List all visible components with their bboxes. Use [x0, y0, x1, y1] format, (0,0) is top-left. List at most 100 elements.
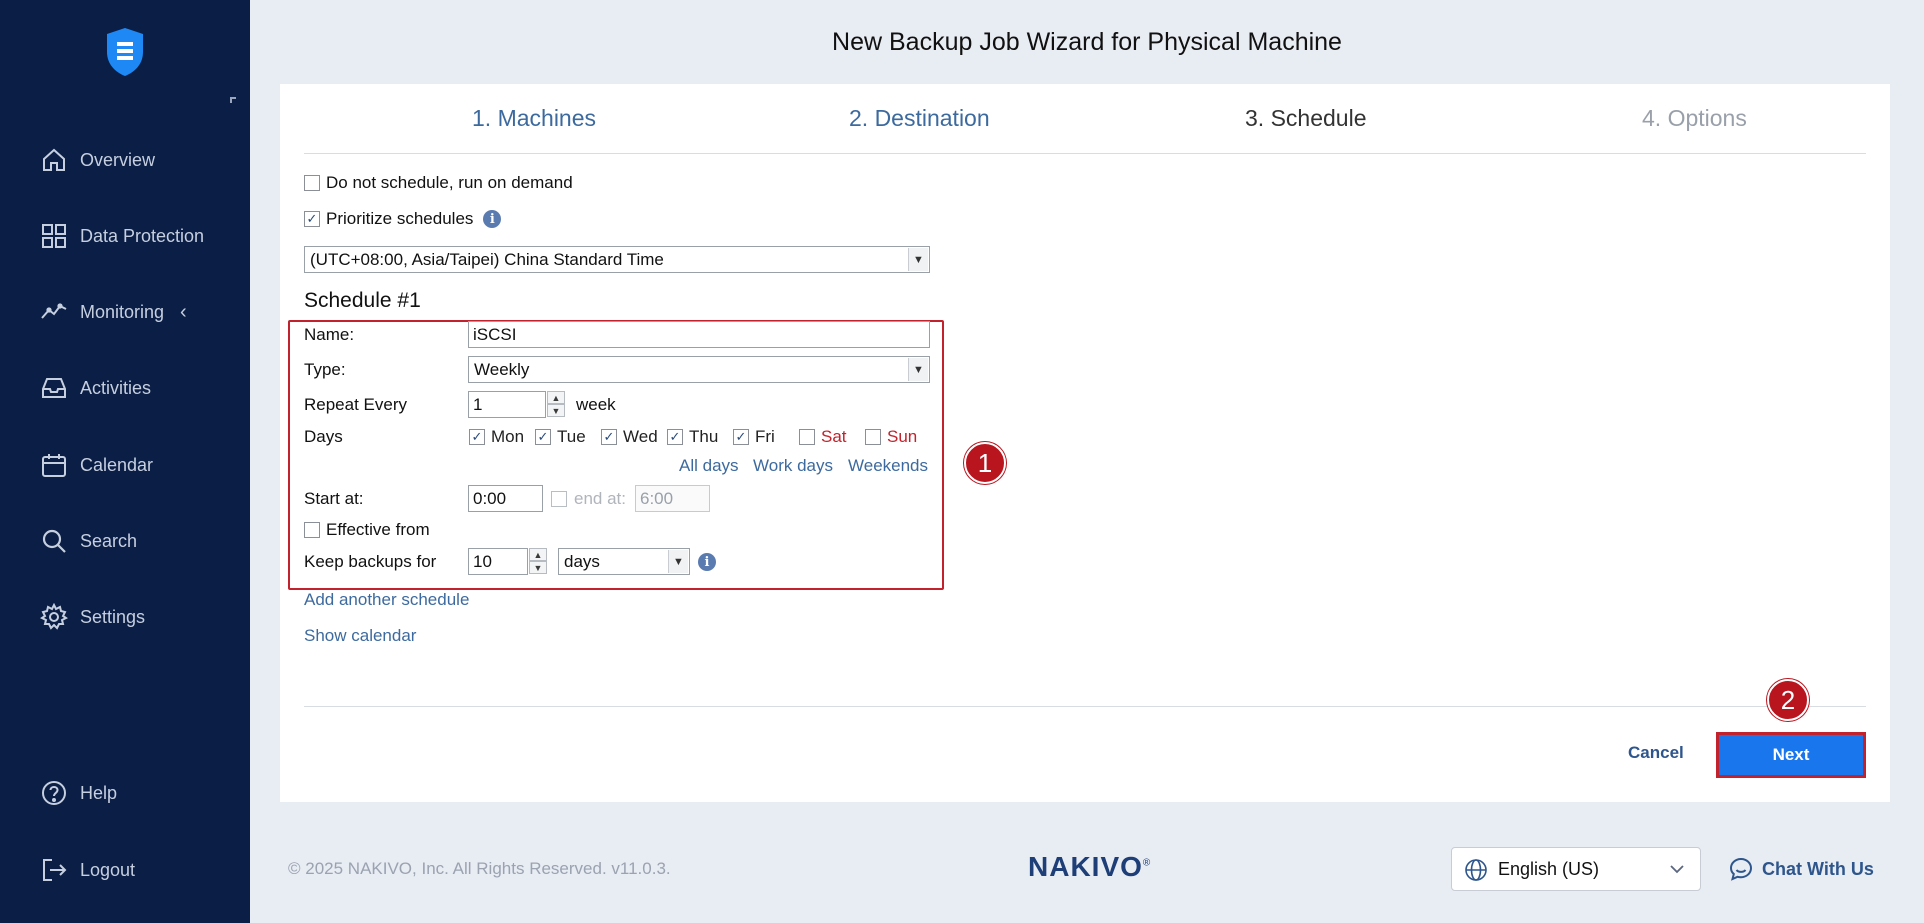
chat-label: Chat With Us: [1762, 858, 1874, 879]
day-sat-checkbox[interactable]: [799, 429, 815, 445]
chevron-left-icon: ‹: [180, 300, 187, 323]
timezone-value: (UTC+08:00, Asia/Taipei) China Standard …: [310, 249, 664, 269]
day-sat[interactable]: Sat: [799, 427, 847, 447]
globe-icon: [1465, 859, 1487, 881]
divider: [304, 706, 1866, 707]
chevron-down-icon: ▼: [908, 358, 928, 381]
info-icon[interactable]: i: [483, 210, 502, 228]
schedule-title: Schedule #1: [304, 289, 421, 312]
name-input[interactable]: iSCSI: [468, 321, 930, 348]
chevron-down-icon: ▼: [908, 248, 928, 271]
sidebar-item-settings[interactable]: Settings: [0, 595, 250, 639]
keep-unit-select[interactable]: days ▼: [558, 548, 690, 575]
home-icon: [40, 146, 68, 174]
days-label: Days: [304, 427, 343, 446]
start-time-input[interactable]: 0:00: [468, 485, 543, 512]
sidebar-item-activities[interactable]: Activities: [0, 366, 250, 410]
repeat-input[interactable]: 1: [468, 391, 546, 418]
day-thu[interactable]: ✓ Thu: [667, 427, 718, 447]
type-value: Weekly: [474, 359, 530, 379]
next-button[interactable]: Next: [1716, 732, 1866, 778]
wizard-steps: 1. Machines 2. Destination 3. Schedule 4…: [304, 84, 1866, 154]
sidebar-item-help[interactable]: Help: [0, 771, 250, 815]
language-value: English (US): [1498, 858, 1600, 879]
keep-value: 10: [473, 551, 492, 571]
day-label: Mon: [491, 427, 525, 446]
day-wed-checkbox[interactable]: ✓: [601, 429, 617, 445]
stepper-up-icon[interactable]: ▲: [547, 391, 565, 404]
copyright: © 2025 NAKIVO, Inc. All Rights Reserved.…: [288, 859, 671, 878]
day-label: Tue: [557, 427, 586, 446]
effective-from-label: Effective from: [326, 520, 430, 539]
day-thu-checkbox[interactable]: ✓: [667, 429, 683, 445]
start-value: 0:00: [473, 488, 507, 508]
do-not-schedule-checkbox[interactable]: [304, 175, 320, 191]
end-value: 6:00: [640, 488, 674, 508]
add-another-schedule-link[interactable]: Add another schedule: [304, 590, 469, 610]
do-not-schedule-row[interactable]: Do not schedule, run on demand: [304, 173, 573, 193]
end-label: end at:: [574, 489, 626, 508]
day-sun[interactable]: Sun: [865, 427, 917, 447]
prioritize-row[interactable]: ✓ Prioritize schedules i: [304, 209, 502, 229]
type-label: Type:: [304, 360, 346, 379]
day-tue-checkbox[interactable]: ✓: [535, 429, 551, 445]
timezone-select[interactable]: (UTC+08:00, Asia/Taipei) China Standard …: [304, 246, 930, 273]
do-not-schedule-label: Do not schedule, run on demand: [326, 173, 573, 192]
keep-input[interactable]: 10: [468, 548, 528, 575]
page-title: New Backup Job Wizard for Physical Machi…: [832, 28, 1342, 56]
day-label: Sun: [887, 427, 918, 446]
help-icon: [40, 779, 68, 807]
day-mon-checkbox[interactable]: ✓: [469, 429, 485, 445]
collapse-sidebar-icon[interactable]: [230, 97, 236, 103]
chat-icon: [1729, 857, 1753, 881]
sidebar: Overview Data Protection Monitoring ‹ Ac…: [0, 0, 250, 923]
grid-icon: [40, 222, 68, 250]
day-fri-checkbox[interactable]: ✓: [733, 429, 749, 445]
sidebar-item-label: Settings: [80, 606, 146, 627]
day-mon[interactable]: ✓ Mon: [469, 427, 524, 447]
callout-badge-2: 2: [1767, 679, 1809, 721]
effective-from-row[interactable]: Effective from: [304, 520, 430, 540]
type-select[interactable]: Weekly ▼: [468, 356, 930, 383]
sidebar-item-data-protection[interactable]: Data Protection: [0, 214, 250, 258]
day-label: Thu: [689, 427, 719, 446]
work-days-link[interactable]: Work days: [753, 456, 833, 476]
chat-with-us-button[interactable]: Chat With Us: [1728, 856, 1874, 882]
day-fri[interactable]: ✓ Fri: [733, 427, 775, 447]
show-calendar-link[interactable]: Show calendar: [304, 626, 416, 646]
step-destination[interactable]: 2. Destination: [849, 105, 990, 132]
cancel-button[interactable]: Cancel: [1628, 743, 1684, 763]
chart-line-icon: [40, 298, 68, 326]
callout-badge-1: 1: [964, 442, 1006, 484]
sidebar-item-monitoring[interactable]: Monitoring ‹: [0, 290, 250, 334]
end-at-checkbox[interactable]: [551, 491, 567, 507]
day-tue[interactable]: ✓ Tue: [535, 427, 586, 447]
repeat-unit: week: [576, 395, 616, 414]
wizard-panel: 1. Machines 2. Destination 3. Schedule 4…: [280, 84, 1890, 802]
sidebar-item-label: Help: [80, 782, 118, 803]
prioritize-schedules-checkbox[interactable]: ✓: [304, 211, 320, 227]
gear-icon: [40, 603, 68, 631]
brand-logo: NAKIVO®: [1028, 851, 1151, 883]
all-days-link[interactable]: All days: [679, 456, 739, 476]
repeat-stepper[interactable]: ▲ ▼: [547, 391, 565, 418]
end-time-input: 6:00: [635, 485, 710, 512]
step-machines[interactable]: 1. Machines: [472, 105, 596, 132]
stepper-down-icon[interactable]: ▼: [547, 404, 565, 417]
name-label: Name:: [304, 325, 355, 344]
stepper-down-icon[interactable]: ▼: [529, 561, 547, 574]
day-wed[interactable]: ✓ Wed: [601, 427, 658, 447]
effective-from-checkbox[interactable]: [304, 522, 320, 538]
sidebar-item-calendar[interactable]: Calendar: [0, 443, 250, 487]
sidebar-item-label: Overview: [80, 149, 156, 170]
info-icon[interactable]: i: [698, 553, 716, 571]
weekends-link[interactable]: Weekends: [848, 456, 928, 476]
day-sun-checkbox[interactable]: [865, 429, 881, 445]
sidebar-item-overview[interactable]: Overview: [0, 138, 250, 182]
sidebar-item-logout[interactable]: Logout: [0, 848, 250, 892]
stepper-up-icon[interactable]: ▲: [529, 548, 547, 561]
sidebar-item-search[interactable]: Search: [0, 519, 250, 563]
shield-logo-icon: [107, 28, 143, 76]
keep-stepper[interactable]: ▲ ▼: [529, 548, 547, 575]
language-select[interactable]: English (US): [1451, 847, 1701, 891]
